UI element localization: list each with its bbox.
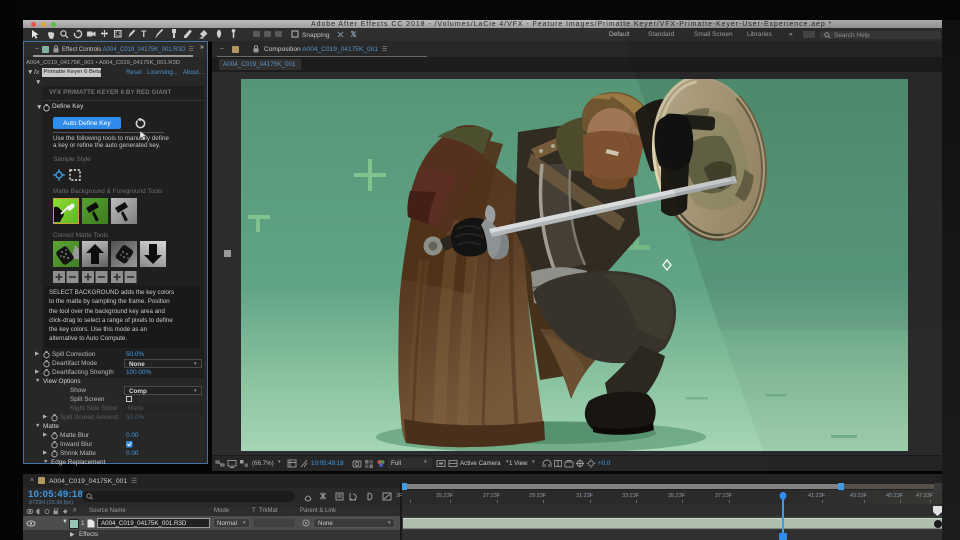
svg-text:T: T bbox=[141, 29, 147, 39]
svg-text:Snapping: Snapping bbox=[302, 32, 330, 39]
